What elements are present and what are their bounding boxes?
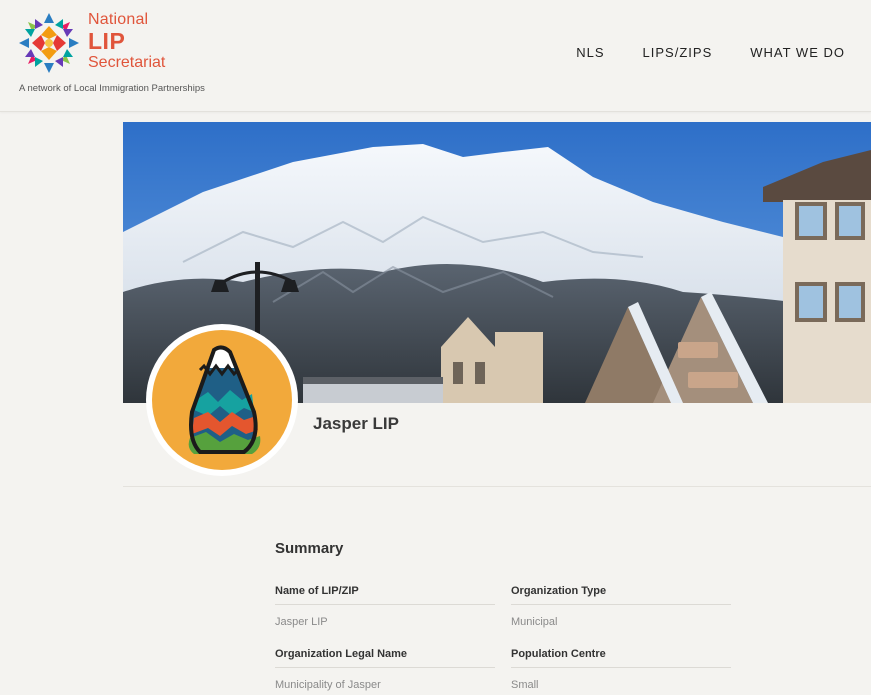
field-value-population-centre: Small [511,679,539,691]
logo-wordmark: National LIP Secretariat [88,12,165,71]
summary-heading: Summary [275,540,344,557]
mountain-logo-icon [152,330,292,470]
nav-item-nls[interactable]: NLS [576,45,604,60]
field-divider [275,667,495,668]
nav-item-what-we-do[interactable]: WHAT WE DO [750,45,845,60]
profile-avatar [146,324,298,476]
nav-item-lips-zips[interactable]: LIPS/ZIPS [643,45,713,60]
logo-star-icon [19,13,79,73]
field-value-legal-name: Municipality of Jasper [275,679,381,691]
logo-line-lip: LIP [88,28,126,54]
logo-tagline: A network of Local Immigration Partnersh… [19,83,205,94]
field-divider [511,667,731,668]
field-value-organization-type: Municipal [511,616,558,628]
field-value-lip-name: Jasper LIP [275,616,328,628]
field-label-lip-name: Name of LIP/ZIP [275,585,359,597]
home-logo-link[interactable]: National LIP Secretariat A network of Lo… [0,0,230,100]
field-label-legal-name: Organization Legal Name [275,648,408,660]
field-label-population-centre: Population Centre [511,648,606,660]
logo-line-national: National [88,11,149,28]
section-divider [123,486,871,487]
field-label-organization-type: Organization Type [511,585,607,597]
logo-line-secretariat: Secretariat [88,54,166,71]
field-divider [275,604,495,605]
main-nav: NLS LIPS/ZIPS WHAT WE DO [576,45,845,60]
site-header: National LIP Secretariat A network of Lo… [0,0,871,112]
page-title: Jasper LIP [313,414,399,433]
field-divider [511,604,731,605]
